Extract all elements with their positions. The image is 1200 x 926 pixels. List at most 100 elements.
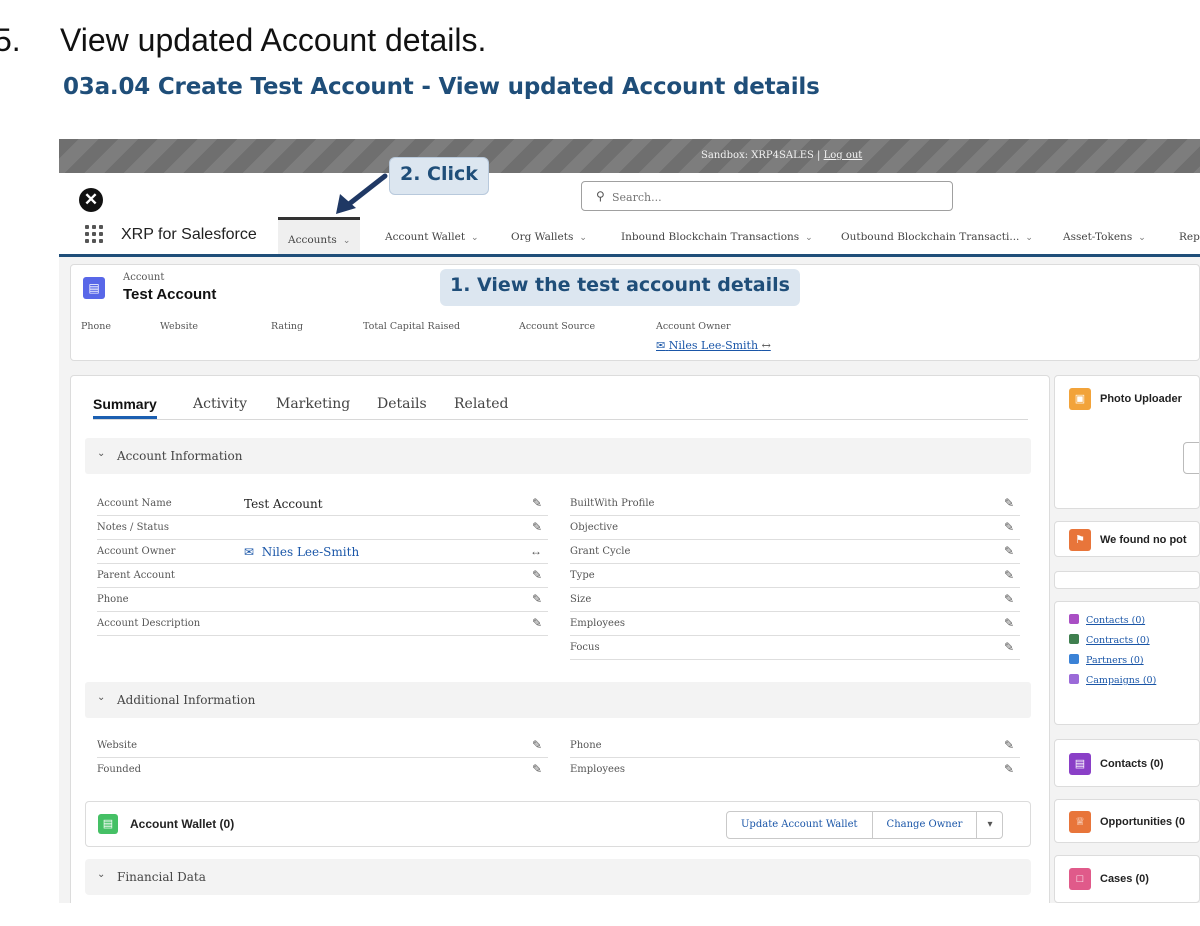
campaign-icon — [1069, 674, 1079, 684]
contract-icon — [1069, 634, 1079, 644]
tab-related[interactable]: Related — [454, 396, 509, 412]
sandbox-banner: Sandbox: XRP4SALES | Log out — [59, 139, 1200, 173]
link-label[interactable]: Partners (0) — [1086, 655, 1144, 666]
pencil-icon[interactable]: ✎ — [1004, 568, 1014, 582]
chevron-down-icon[interactable]: ⌄ — [97, 869, 105, 880]
opportunities-title[interactable]: Opportunities (0 — [1100, 816, 1185, 828]
account-information-section[interactable]: ⌄ Account Information — [85, 438, 1031, 474]
chevron-down-icon[interactable]: ⌄ — [805, 233, 813, 243]
update-account-wallet-button[interactable]: Update Account Wallet — [727, 812, 873, 838]
section-title: Additional Information — [117, 693, 256, 707]
campaigns-link[interactable]: Campaigns (0) — [1069, 674, 1156, 686]
field-label: Focus — [570, 642, 600, 653]
record-tabs: Summary Activity Marketing Details Relat… — [93, 392, 1028, 420]
step-text: View updated Account details. — [60, 22, 487, 58]
highlight-phone-label: Phone — [81, 321, 111, 332]
change-owner-icon[interactable]: ↔ — [762, 339, 771, 352]
logout-link[interactable]: Log out — [824, 150, 863, 161]
link-label[interactable]: Contracts (0) — [1086, 635, 1150, 646]
partners-link[interactable]: Partners (0) — [1069, 654, 1144, 666]
pencil-icon[interactable]: ✎ — [532, 762, 542, 776]
xrp-logo-icon[interactable]: ✕ — [79, 188, 103, 212]
pencil-icon[interactable]: ✎ — [532, 616, 542, 630]
nav-tab-account-wallet[interactable]: Account Wallet ⌄ — [385, 231, 479, 243]
link-label[interactable]: Contacts (0) — [1086, 615, 1145, 626]
step-number: 5. — [0, 22, 21, 58]
pencil-icon[interactable]: ✎ — [1004, 592, 1014, 606]
pencil-icon[interactable]: ✎ — [1004, 640, 1014, 654]
tab-marketing[interactable]: Marketing — [276, 396, 350, 412]
nav-tab-rep[interactable]: Rep — [1179, 231, 1200, 243]
pencil-icon[interactable]: ✎ — [532, 520, 542, 534]
app-launcher-icon[interactable] — [85, 225, 103, 243]
nav-tab-org-wallets[interactable]: Org Wallets ⌄ — [511, 231, 587, 243]
record-name: Test Account — [123, 286, 217, 303]
field-size: Size ✎ — [570, 588, 1020, 612]
pencil-icon[interactable]: ✎ — [532, 496, 542, 510]
owner-link[interactable]: ✉ Niles Lee-Smith — [244, 545, 359, 559]
duplicate-icon: ⚑ — [1069, 529, 1091, 551]
photo-icon: ▣ — [1069, 388, 1091, 410]
annotation-click: 2. Click — [389, 157, 489, 195]
field-label: BuiltWith Profile — [570, 498, 655, 509]
contact-icon — [1069, 614, 1079, 624]
nav-tab-label: Outbound Blockchain Transacti... — [841, 231, 1020, 243]
owner-name[interactable]: Niles Lee-Smith — [669, 339, 758, 352]
highlight-owner-label: Account Owner — [656, 321, 731, 332]
chevron-down-icon[interactable]: ⌄ — [97, 692, 105, 703]
pencil-icon[interactable]: ✎ — [532, 738, 542, 752]
contacts-link[interactable]: Contacts (0) — [1069, 614, 1145, 626]
link-label[interactable]: Campaigns (0) — [1086, 675, 1156, 686]
additional-information-section[interactable]: ⌄ Additional Information — [85, 682, 1031, 718]
field-label: Account Name — [97, 498, 172, 509]
section-title: Account Information — [117, 449, 243, 463]
nav-tab-outbound-transactions[interactable]: Outbound Blockchain Transacti... ⌄ — [841, 231, 1033, 243]
tab-summary[interactable]: Summary — [93, 396, 157, 419]
chevron-down-icon[interactable]: ⌄ — [471, 233, 479, 243]
contracts-link[interactable]: Contracts (0) — [1069, 634, 1150, 646]
pencil-icon[interactable]: ✎ — [1004, 616, 1014, 630]
contacts-title[interactable]: Contacts (0) — [1100, 758, 1164, 770]
chevron-down-icon[interactable]: ⌄ — [579, 233, 587, 243]
chevron-down-icon[interactable]: ⌄ — [343, 236, 351, 246]
section-title: Financial Data — [117, 870, 206, 884]
highlight-source-label: Account Source — [519, 321, 596, 332]
field-account-description: Account Description ✎ — [97, 612, 548, 636]
field-label: Employees — [570, 618, 626, 629]
chevron-down-icon[interactable]: ⌄ — [1138, 233, 1146, 243]
financial-data-section[interactable]: ⌄ Financial Data — [85, 859, 1031, 895]
nav-tab-asset-tokens[interactable]: Asset-Tokens ⌄ — [1063, 231, 1146, 243]
change-owner-button[interactable]: Change Owner — [873, 812, 978, 838]
pencil-icon[interactable]: ✎ — [1004, 496, 1014, 510]
pencil-icon[interactable]: ✎ — [532, 568, 542, 582]
field-label: Employees — [570, 764, 626, 775]
owner-link[interactable]: ✉ Niles Lee-Smith ↔ — [656, 339, 771, 352]
pencil-icon[interactable]: ✎ — [1004, 762, 1014, 776]
tab-activity[interactable]: Activity — [193, 396, 247, 412]
chevron-down-icon[interactable]: ⌄ — [1025, 233, 1033, 243]
owner-name[interactable]: Niles Lee-Smith — [262, 545, 359, 559]
pencil-icon[interactable]: ✎ — [1004, 544, 1014, 558]
step-heading: 5. View updated Account details. — [0, 22, 486, 59]
duplicate-check-card: ⚑ We found no pot — [1054, 521, 1200, 557]
pencil-icon[interactable]: ✎ — [532, 592, 542, 606]
global-search[interactable]: ⚲ — [581, 181, 953, 211]
pencil-icon[interactable]: ✎ — [1004, 520, 1014, 534]
nav-tab-label: Asset-Tokens — [1063, 231, 1133, 243]
upload-dropzone[interactable] — [1183, 442, 1199, 474]
field-label: Size — [570, 594, 592, 605]
change-owner-icon[interactable]: ↔ — [530, 544, 542, 558]
photo-uploader-card: ▣ Photo Uploader — [1054, 375, 1200, 509]
account-record-icon: ▤ — [83, 277, 105, 299]
cases-title[interactable]: Cases (0) — [1100, 873, 1149, 885]
chevron-down-icon[interactable]: ⌄ — [97, 448, 105, 459]
nav-tab-accounts[interactable]: Accounts ⌄ — [278, 217, 361, 254]
related-list-title[interactable]: Account Wallet (0) — [130, 817, 234, 831]
nav-tab-inbound-transactions[interactable]: Inbound Blockchain Transactions ⌄ — [621, 231, 813, 243]
dropdown-menu-button[interactable]: ▾ — [977, 812, 1002, 838]
search-input[interactable] — [612, 188, 932, 206]
field-label: Parent Account — [97, 570, 175, 581]
pencil-icon[interactable]: ✎ — [1004, 738, 1014, 752]
tab-details[interactable]: Details — [377, 396, 427, 412]
nav-tab-label: Account Wallet — [385, 231, 466, 243]
